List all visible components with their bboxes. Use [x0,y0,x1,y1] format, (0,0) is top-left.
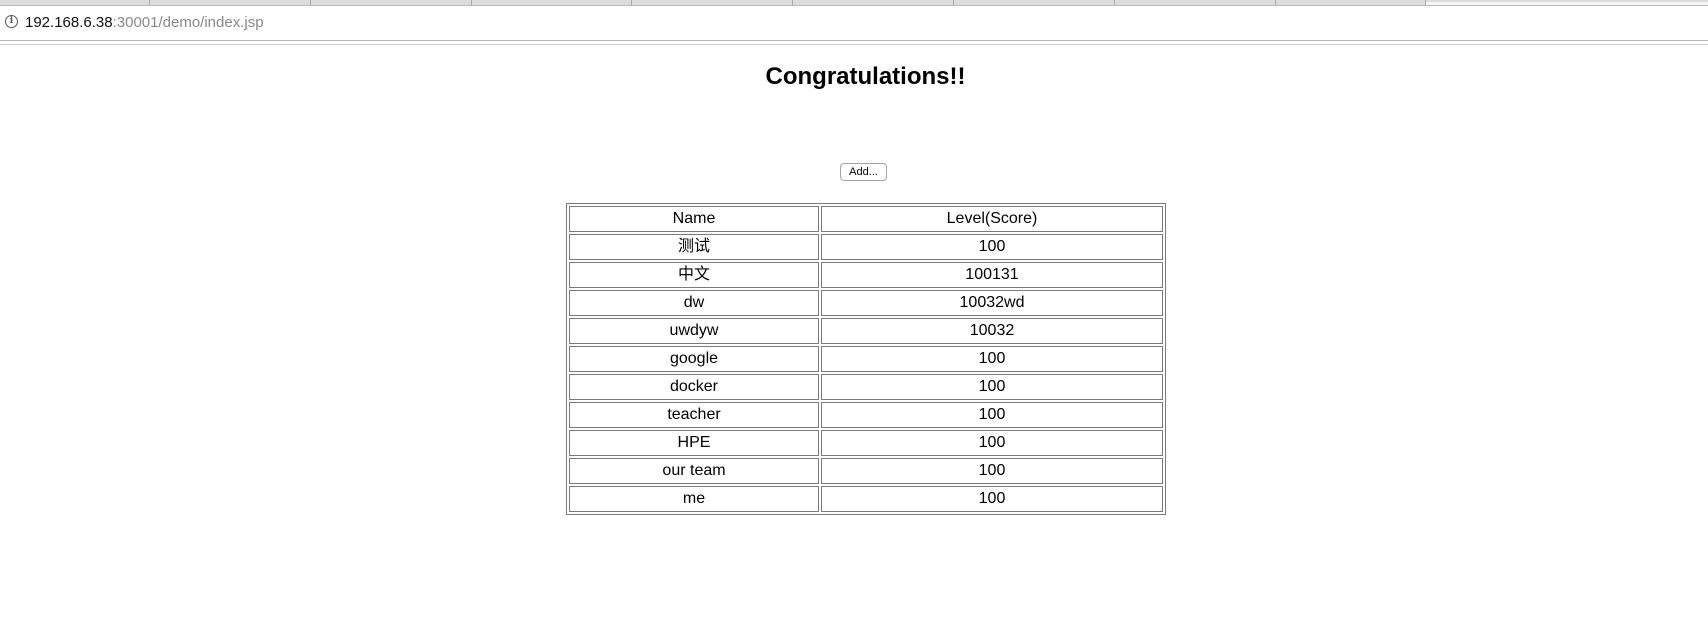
table-row: teacher 100 [569,402,1163,428]
page-title: Congratulations!! [765,63,966,90]
toolbar-divider [0,44,1708,45]
level-cell: 100 [821,430,1163,456]
level-cell: 10032wd [821,290,1163,316]
name-cell: 测试 [569,234,819,260]
level-cell: 100 [821,234,1163,260]
url-host: 192.168.6.38 [25,14,113,31]
name-cell: docker [569,374,819,400]
name-cell: dw [569,290,819,316]
column-header-level: Level(Score) [821,206,1163,232]
level-cell: 100 [821,402,1163,428]
level-cell: 100 [821,346,1163,372]
column-header-name: Name [569,206,819,232]
browser-tab[interactable] [150,0,311,5]
name-cell: HPE [569,430,819,456]
name-cell: teacher [569,402,819,428]
browser-tab[interactable] [632,0,793,5]
level-cell: 100131 [821,262,1163,288]
browser-tab[interactable] [954,0,1115,5]
browser-tab[interactable] [0,0,150,5]
add-button[interactable]: Add... [840,163,887,181]
name-cell: me [569,486,819,512]
url-field[interactable]: 192.168.6.38:30001/demo/index.jsp [25,15,264,31]
table-row: dw 10032wd [569,290,1163,316]
level-cell: 100 [821,374,1163,400]
table-header-row: Name Level(Score) [569,206,1163,232]
name-cell: uwdyw [569,318,819,344]
score-table: Name Level(Score) 测试 100 中文 100131 dw 10… [566,203,1166,515]
table-row: 中文 100131 [569,262,1163,288]
level-cell: 100 [821,486,1163,512]
table-row: me 100 [569,486,1163,512]
level-cell: 10032 [821,318,1163,344]
browser-tab[interactable] [311,0,472,5]
name-cell: our team [569,458,819,484]
table-row: our team 100 [569,458,1163,484]
name-cell: 中文 [569,262,819,288]
browser-tab[interactable] [1276,0,1426,5]
info-icon[interactable]: i [5,15,18,28]
name-cell: google [569,346,819,372]
table-row: uwdyw 10032 [569,318,1163,344]
browser-tab[interactable] [1115,0,1276,5]
table-row: 测试 100 [569,234,1163,260]
tab-strip-filler [1426,2,1708,5]
table-row: docker 100 [569,374,1163,400]
table-row: HPE 100 [569,430,1163,456]
address-bar[interactable]: i 192.168.6.38:30001/demo/index.jsp [0,6,1708,45]
browser-tab[interactable] [472,0,632,5]
level-cell: 100 [821,458,1163,484]
browser-tab[interactable] [793,0,954,5]
url-path: :30001/demo/index.jsp [112,14,264,31]
table-row: google 100 [569,346,1163,372]
